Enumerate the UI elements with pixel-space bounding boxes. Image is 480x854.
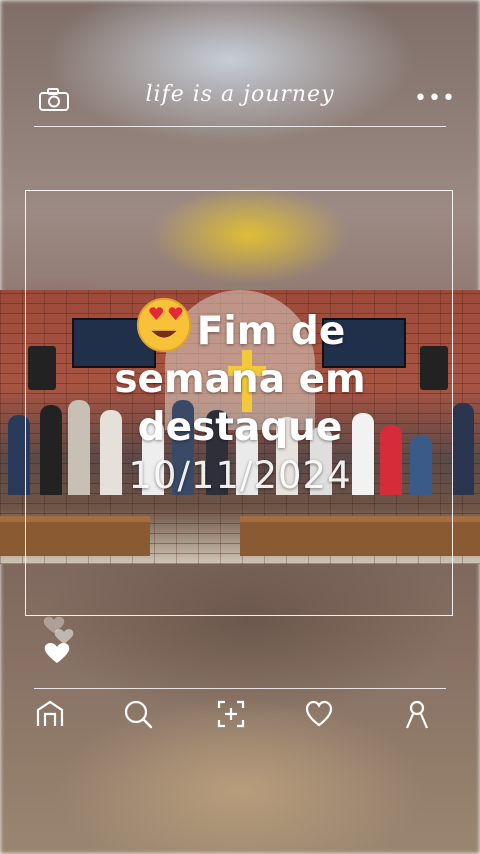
home-icon[interactable] bbox=[34, 698, 66, 730]
heart-eyes-emoji-icon bbox=[136, 297, 191, 353]
nav-divider bbox=[34, 688, 446, 689]
post-title-line-1: Fim de bbox=[196, 309, 346, 354]
hearts-icon[interactable] bbox=[40, 612, 80, 670]
brand-title: life is a journey bbox=[145, 82, 335, 107]
post-title-line-2: semana em bbox=[114, 357, 366, 402]
header-divider bbox=[34, 126, 446, 127]
more-dots-icon[interactable]: ••• bbox=[414, 88, 456, 110]
bottom-nav bbox=[0, 690, 480, 742]
post-title-line-3: destaque bbox=[137, 405, 343, 450]
heart-icon[interactable] bbox=[303, 698, 335, 730]
search-icon[interactable] bbox=[122, 698, 154, 730]
post-caption: Fim de semana em destaque 10/11/2024 bbox=[0, 296, 480, 500]
add-icon[interactable] bbox=[215, 698, 247, 730]
post-date: 10/11/2024 bbox=[128, 454, 352, 497]
top-bar: life is a journey ••• bbox=[0, 70, 480, 130]
profile-icon[interactable] bbox=[401, 698, 433, 730]
